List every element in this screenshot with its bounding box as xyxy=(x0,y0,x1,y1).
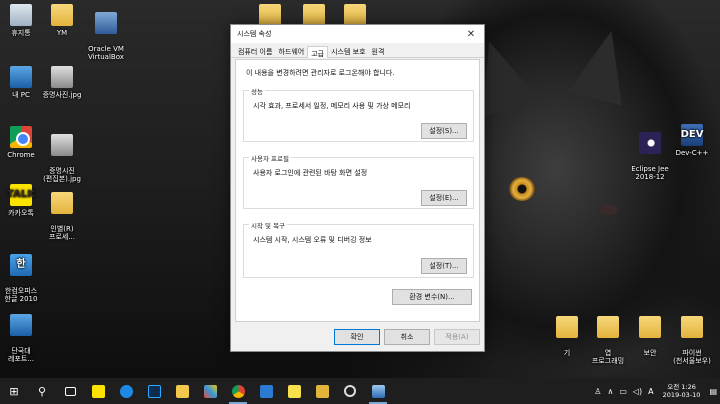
volume-icon[interactable]: ◁) xyxy=(630,387,645,396)
folder-icon xyxy=(556,316,578,339)
desktop-icon-hancom[interactable]: 한 한컴오피스 한글 2010 xyxy=(0,246,51,311)
dialog-tabs: 컴퓨터 이름 하드웨어 고급 시스템 보호 원격 xyxy=(231,45,484,58)
wallpaper-cat-ear xyxy=(567,24,639,106)
admin-note: 이 내용을 변경하려면 관리자로 로그온해야 합니다. xyxy=(246,69,395,77)
notification-icon[interactable]: ▤ xyxy=(706,387,720,396)
folder-icon xyxy=(344,4,366,26)
performance-desc: 시각 효과, 프로세서 일정, 메모리 사용 및 가상 메모리 xyxy=(253,102,411,110)
desktop-icon-report[interactable]: 단국대 레포트... xyxy=(0,306,51,371)
user-profile-settings-button[interactable]: 설정(E)... xyxy=(421,190,467,206)
start-button[interactable]: ⊞ xyxy=(0,378,28,404)
apply-button[interactable]: 적용(A) xyxy=(434,329,480,345)
clock-time: 오전 1:26 xyxy=(667,382,696,391)
folder-icon xyxy=(597,316,619,339)
taskbar-app-sticky-notes[interactable] xyxy=(280,378,308,404)
performance-group: 성능 시각 효과, 프로세서 일정, 메모리 사용 및 가상 메모리 설정(S)… xyxy=(243,86,474,142)
startup-settings-button[interactable]: 설정(T)... xyxy=(421,258,467,274)
folder-icon xyxy=(639,316,661,339)
document-icon xyxy=(10,314,32,337)
settings-gear-icon[interactable] xyxy=(336,378,364,404)
desktop-icon-virtualbox[interactable]: Oracle VM VirtualBox xyxy=(76,4,136,69)
user-profile-group: 사용자 프로필 사용자 로그인에 관련된 바탕 화면 설정 설정(E)... xyxy=(243,153,474,209)
wallpaper-cat-nose xyxy=(600,205,618,215)
advanced-tab-panel: 이 내용을 변경하려면 관리자로 로그온해야 합니다. 성능 시각 효과, 프로… xyxy=(235,59,480,322)
search-icon[interactable]: ⚲ xyxy=(28,378,56,404)
folder-icon xyxy=(259,4,281,26)
startup-recovery-title: 시작 및 복구 xyxy=(249,220,288,230)
chrome-icon xyxy=(10,126,32,148)
user-profile-desc: 사용자 로그인에 관련된 바탕 화면 설정 xyxy=(253,169,368,177)
wallpaper-cat-eye xyxy=(509,177,535,201)
taskbar-app-edge[interactable] xyxy=(112,378,140,404)
computer-icon xyxy=(10,66,32,88)
chevron-up-icon[interactable]: ∧ xyxy=(604,387,616,396)
taskbar-app-vscode[interactable] xyxy=(252,378,280,404)
startup-recovery-group: 시작 및 복구 시스템 시작, 시스템 오류 및 디버깅 정보 설정(T)... xyxy=(243,220,474,278)
taskbar-app-photoshop[interactable] xyxy=(140,378,168,404)
user-profile-title: 사용자 프로필 xyxy=(249,153,291,163)
image-file-icon xyxy=(51,66,73,88)
folder-icon xyxy=(51,192,73,215)
cancel-button[interactable]: 취소 xyxy=(384,329,430,345)
desktop-icon-folder-r[interactable]: 인별(R) 프로세... xyxy=(32,184,92,249)
dialog-title: 시스템 속성 xyxy=(237,30,272,38)
tab-system-protection[interactable]: 시스템 보호 xyxy=(328,45,368,57)
taskbar-app-kakaotalk[interactable] xyxy=(84,378,112,404)
recycle-bin-icon xyxy=(10,4,32,26)
people-icon[interactable]: ♙ xyxy=(591,387,604,396)
image-file-icon xyxy=(51,134,73,157)
folder-icon xyxy=(51,4,73,26)
task-view-icon[interactable] xyxy=(56,378,84,404)
taskbar: ⊞ ⚲ ♙ ∧ ▭ ◁) A 오전 1:26 2019-03-10 ▤ xyxy=(0,378,720,404)
startup-recovery-desc: 시스템 시작, 시스템 오류 및 디버깅 정보 xyxy=(253,236,372,244)
folder-icon xyxy=(303,4,325,26)
folder-icon xyxy=(681,316,703,339)
dialog-titlebar[interactable]: 시스템 속성 ✕ xyxy=(231,25,484,43)
close-icon[interactable]: ✕ xyxy=(458,25,484,43)
eclipse-icon xyxy=(639,132,661,155)
taskbar-app-folder[interactable] xyxy=(308,378,336,404)
taskbar-app-system-properties[interactable] xyxy=(364,378,392,404)
environment-variables-button[interactable]: 환경 변수(N)... xyxy=(392,289,472,305)
hancom-icon: 한 xyxy=(10,254,32,277)
network-icon[interactable]: ▭ xyxy=(616,387,630,396)
taskbar-app-file-explorer[interactable] xyxy=(168,378,196,404)
taskbar-app-paint[interactable] xyxy=(196,378,224,404)
clock-date: 2019-03-10 xyxy=(662,391,701,399)
devcpp-icon: DEV xyxy=(681,124,703,146)
taskbar-app-chrome[interactable] xyxy=(224,378,252,404)
desktop-icon-photo-edited[interactable]: 증명시진 (편집본).jpg xyxy=(32,126,92,191)
system-tray: ♙ ∧ ▭ ◁) A 오전 1:26 2019-03-10 ▤ xyxy=(591,378,720,404)
ime-indicator[interactable]: A xyxy=(645,387,656,396)
kakaotalk-icon: TALK xyxy=(7,184,35,206)
clock[interactable]: 오전 1:26 2019-03-10 xyxy=(657,383,707,399)
virtualbox-icon xyxy=(95,12,117,35)
performance-settings-button[interactable]: 설정(S)... xyxy=(421,123,467,139)
tab-computer-name[interactable]: 컴퓨터 이름 xyxy=(235,45,275,57)
tab-advanced[interactable]: 고급 xyxy=(307,46,329,58)
tab-remote[interactable]: 원격 xyxy=(369,45,388,57)
desktop-icon-folder[interactable]: 파이썬 (천서울보우) xyxy=(662,308,720,373)
ok-button[interactable]: 확인 xyxy=(334,329,380,345)
tab-hardware[interactable]: 하드웨어 xyxy=(275,45,307,57)
desktop-icon-devcpp[interactable]: DEV Dev-C++ xyxy=(662,124,720,157)
performance-title: 성능 xyxy=(249,86,265,96)
system-properties-dialog: 시스템 속성 ✕ 컴퓨터 이름 하드웨어 고급 시스템 보호 원격 이 내용을 … xyxy=(230,24,485,352)
desktop-icon-photo[interactable]: 증명사진.jpg xyxy=(32,66,92,99)
